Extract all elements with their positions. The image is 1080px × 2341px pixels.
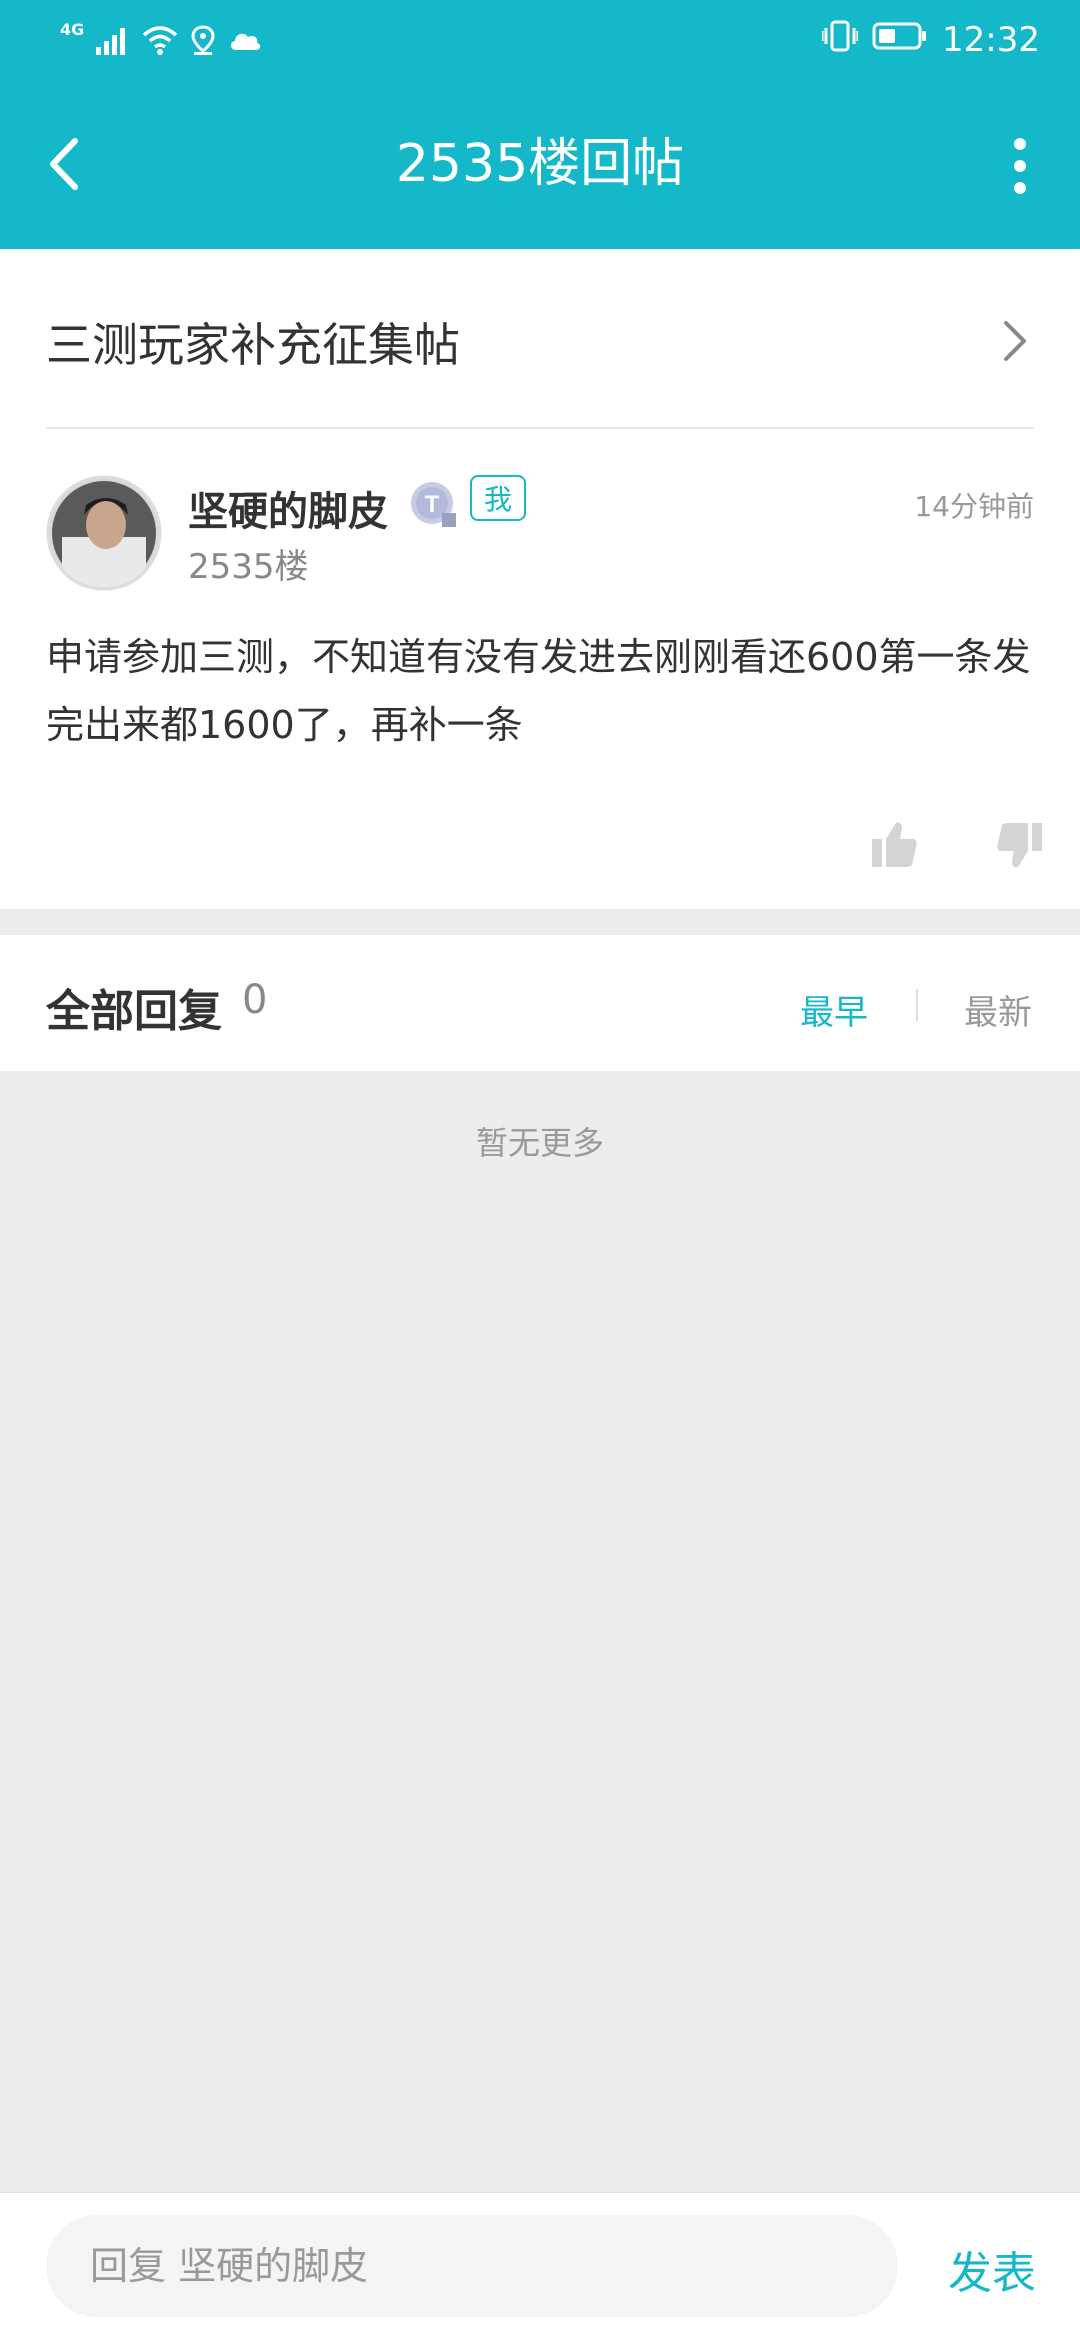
post-author: 坚硬的脚皮 T 我 14分钟前 2535楼 <box>46 475 1034 595</box>
replies-header: 全部回复 0 最早 最新 <box>0 935 1080 1071</box>
replies-title: 全部回复 <box>46 986 222 1037</box>
post-section: 三测玩家补充征集帖 坚硬的脚皮 T 我 14分钟前 2535楼 申请参加三测，不… <box>0 249 1080 909</box>
clock-time: 12:32 <box>942 20 1040 60</box>
author-name[interactable]: 坚硬的脚皮 <box>188 479 388 537</box>
level-badge-icon: T <box>408 479 458 533</box>
thumbs-down-icon <box>997 823 1042 868</box>
page-title: 2535楼回帖 <box>395 134 685 194</box>
back-button[interactable] <box>40 128 88 200</box>
chevron-right-icon <box>1002 319 1028 367</box>
post-time: 14分钟前 <box>914 490 1034 523</box>
status-bar-left: 4G <box>60 20 262 64</box>
empty-replies-text: 暂无更多 <box>475 1124 604 1162</box>
svg-text:T: T <box>425 491 440 518</box>
cloud-icon <box>228 28 262 56</box>
more-vertical-icon <box>1014 138 1026 150</box>
thumbs-up-icon <box>872 822 917 867</box>
me-tag: 我 <box>470 475 526 521</box>
status-bar-right: 12:32 <box>820 18 1040 62</box>
location-icon <box>190 25 216 59</box>
chevron-left-icon <box>50 138 78 190</box>
vibrate-icon <box>820 19 860 62</box>
dislike-button[interactable] <box>994 819 1044 875</box>
like-button[interactable] <box>870 819 920 875</box>
floor-number: 2535楼 <box>188 547 309 587</box>
wifi-icon <box>142 25 178 59</box>
avatar[interactable] <box>46 475 162 591</box>
replies-count: 0 <box>242 977 268 1023</box>
reply-input[interactable] <box>46 2215 898 2317</box>
publish-button[interactable]: 发表 <box>948 2237 1036 2301</box>
app-header: 4G 12:32 2535楼回帖 <box>0 0 1080 249</box>
network-label: 4G <box>60 20 85 39</box>
more-options-button[interactable] <box>1008 138 1032 194</box>
sort-newest-tab[interactable]: 最新 <box>964 985 1032 1034</box>
sort-divider <box>916 989 918 1021</box>
post-content: 申请参加三测，不知道有没有发进去刚刚看还600第一条发完出来都1600了，再补一… <box>46 635 1031 747</box>
topic-title: 三测玩家补充征集帖 <box>46 318 460 372</box>
topic-link[interactable]: 三测玩家补充征集帖 <box>46 249 1034 429</box>
sort-earliest-tab[interactable]: 最早 <box>800 985 868 1034</box>
reply-bar: 发表 <box>0 2192 1080 2341</box>
signal-icon <box>96 25 130 59</box>
battery-icon <box>872 20 928 60</box>
